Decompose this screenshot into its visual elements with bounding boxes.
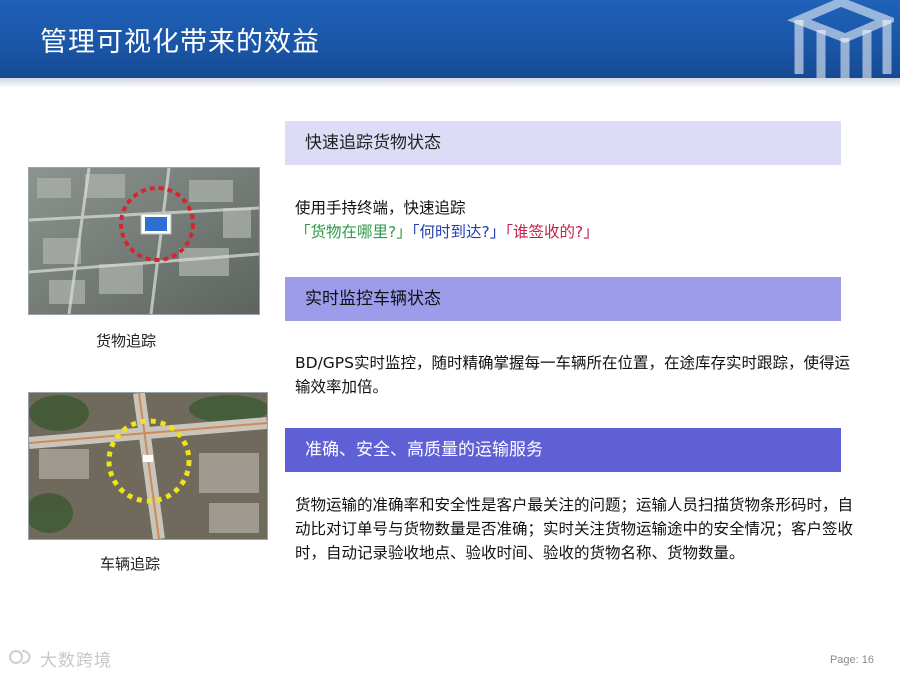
- vehicle-tracking-caption: 车辆追踪: [100, 555, 161, 573]
- watermark-text: 大数跨境: [40, 651, 112, 671]
- cargo-status-line: 使用手持终端，快速追踪: [295, 199, 466, 217]
- question-where: 「货物在哪里?」: [295, 223, 412, 241]
- question-who: 「谁签收的?」: [505, 223, 599, 241]
- vehicle-tracking-photo: [28, 392, 268, 540]
- brand-watermark: 大数跨境: [8, 646, 112, 671]
- page-number: Page: 16: [829, 654, 874, 666]
- section-text-cargo-status: 使用手持终端，快速追踪 「货物在哪里?」「何时到达?」「谁签收的?」: [295, 196, 861, 244]
- cube-logo-icon: [787, 0, 894, 78]
- cargo-tracking-caption: 货物追踪: [96, 332, 157, 350]
- section-heading-vehicle-status: 实时监控车辆状态: [285, 277, 841, 321]
- title-bar: 管理可视化带来的效益: [0, 0, 900, 78]
- brand-watermark-icon: [8, 648, 34, 671]
- page-title: 管理可视化带来的效益: [40, 27, 320, 58]
- section-text-transport-service: 货物运输的准确率和安全性是客户最关注的问题；运输人员扫描货物条形码时，自动比对订…: [295, 496, 854, 562]
- section-heading-cargo-status: 快速追踪货物状态: [285, 121, 841, 165]
- question-when: 「何时到达?」: [411, 223, 506, 241]
- header-shadow: [0, 78, 900, 88]
- section-text-vehicle-status: BD/GPS实时监控，随时精确掌握每一车辆所在位置，在途库存实时跟踪，使得运输效…: [295, 354, 850, 396]
- cargo-tracking-photo: [28, 167, 260, 315]
- section-heading-transport-service: 准确、安全、高质量的运输服务: [285, 428, 841, 472]
- cargo-questions: 「货物在哪里?」「何时到达?」「谁签收的?」: [295, 220, 861, 244]
